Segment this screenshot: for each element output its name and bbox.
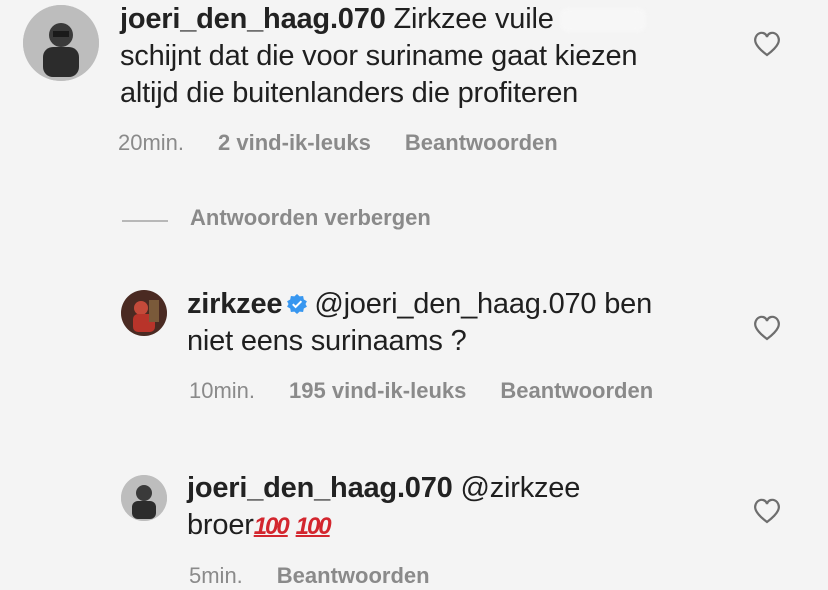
likes-count[interactable]: 195 vind-ik-leuks bbox=[289, 378, 466, 403]
comment-meta: 20min. 2 vind-ik-leuks Beantwoorden bbox=[118, 130, 592, 156]
hundred-points-emoji: 100 bbox=[295, 513, 332, 540]
comment-body-line: @zirkzee bbox=[460, 472, 581, 504]
reply-button[interactable]: Beantwoorden bbox=[277, 563, 430, 588]
comment-time: 5min. bbox=[189, 563, 243, 588]
heart-icon[interactable] bbox=[752, 497, 782, 525]
hide-replies-button[interactable]: Antwoorden verbergen bbox=[190, 205, 431, 231]
comment-text: zirkzee @joeri_den_haag.070 ben niet eens… bbox=[187, 286, 747, 360]
comment-username[interactable]: zirkzee bbox=[187, 288, 283, 320]
reply-button[interactable]: Beantwoorden bbox=[500, 378, 653, 403]
comment-time: 10min. bbox=[189, 378, 256, 403]
hundred-points-emoji: 100 bbox=[253, 513, 290, 540]
comment-meta: 10min. 195 vind-ik-leuks Beantwoorden bbox=[189, 378, 687, 404]
blurred-word bbox=[559, 8, 646, 33]
comment-username[interactable]: joeri_den_haag.070 bbox=[120, 3, 386, 35]
avatar[interactable] bbox=[121, 290, 167, 336]
reply-button[interactable]: Beantwoorden bbox=[405, 130, 558, 155]
comment-text: joeri_den_haag.070 Zirkzee vuile schijnt… bbox=[120, 1, 760, 112]
comment-time: 20min. bbox=[118, 130, 185, 155]
heart-icon[interactable] bbox=[752, 314, 782, 342]
replies-divider bbox=[122, 220, 168, 222]
avatar[interactable] bbox=[121, 475, 167, 521]
comment-text: joeri_den_haag.070 @zirkzee broer100 100 bbox=[187, 470, 747, 545]
comment-body-line: schijnt dat die voor suriname gaat kieze… bbox=[120, 40, 638, 72]
comment-username[interactable]: joeri_den_haag.070 bbox=[187, 472, 453, 504]
heart-icon[interactable] bbox=[752, 30, 782, 58]
likes-count[interactable]: 2 vind-ik-leuks bbox=[218, 130, 371, 155]
comment-body-line: @joeri_den_haag.070 ben bbox=[314, 288, 653, 320]
avatar[interactable] bbox=[23, 5, 99, 81]
comment-body-line: altijd die buitenlanders die profiteren bbox=[120, 77, 579, 109]
comment-body-line: niet eens surinaams ? bbox=[187, 325, 467, 357]
comment-body-line: broer bbox=[187, 509, 254, 541]
verified-badge-icon bbox=[287, 294, 308, 314]
comment-body-line: Zirkzee vuile bbox=[393, 3, 554, 35]
comment-meta: 5min. Beantwoorden bbox=[189, 563, 464, 589]
